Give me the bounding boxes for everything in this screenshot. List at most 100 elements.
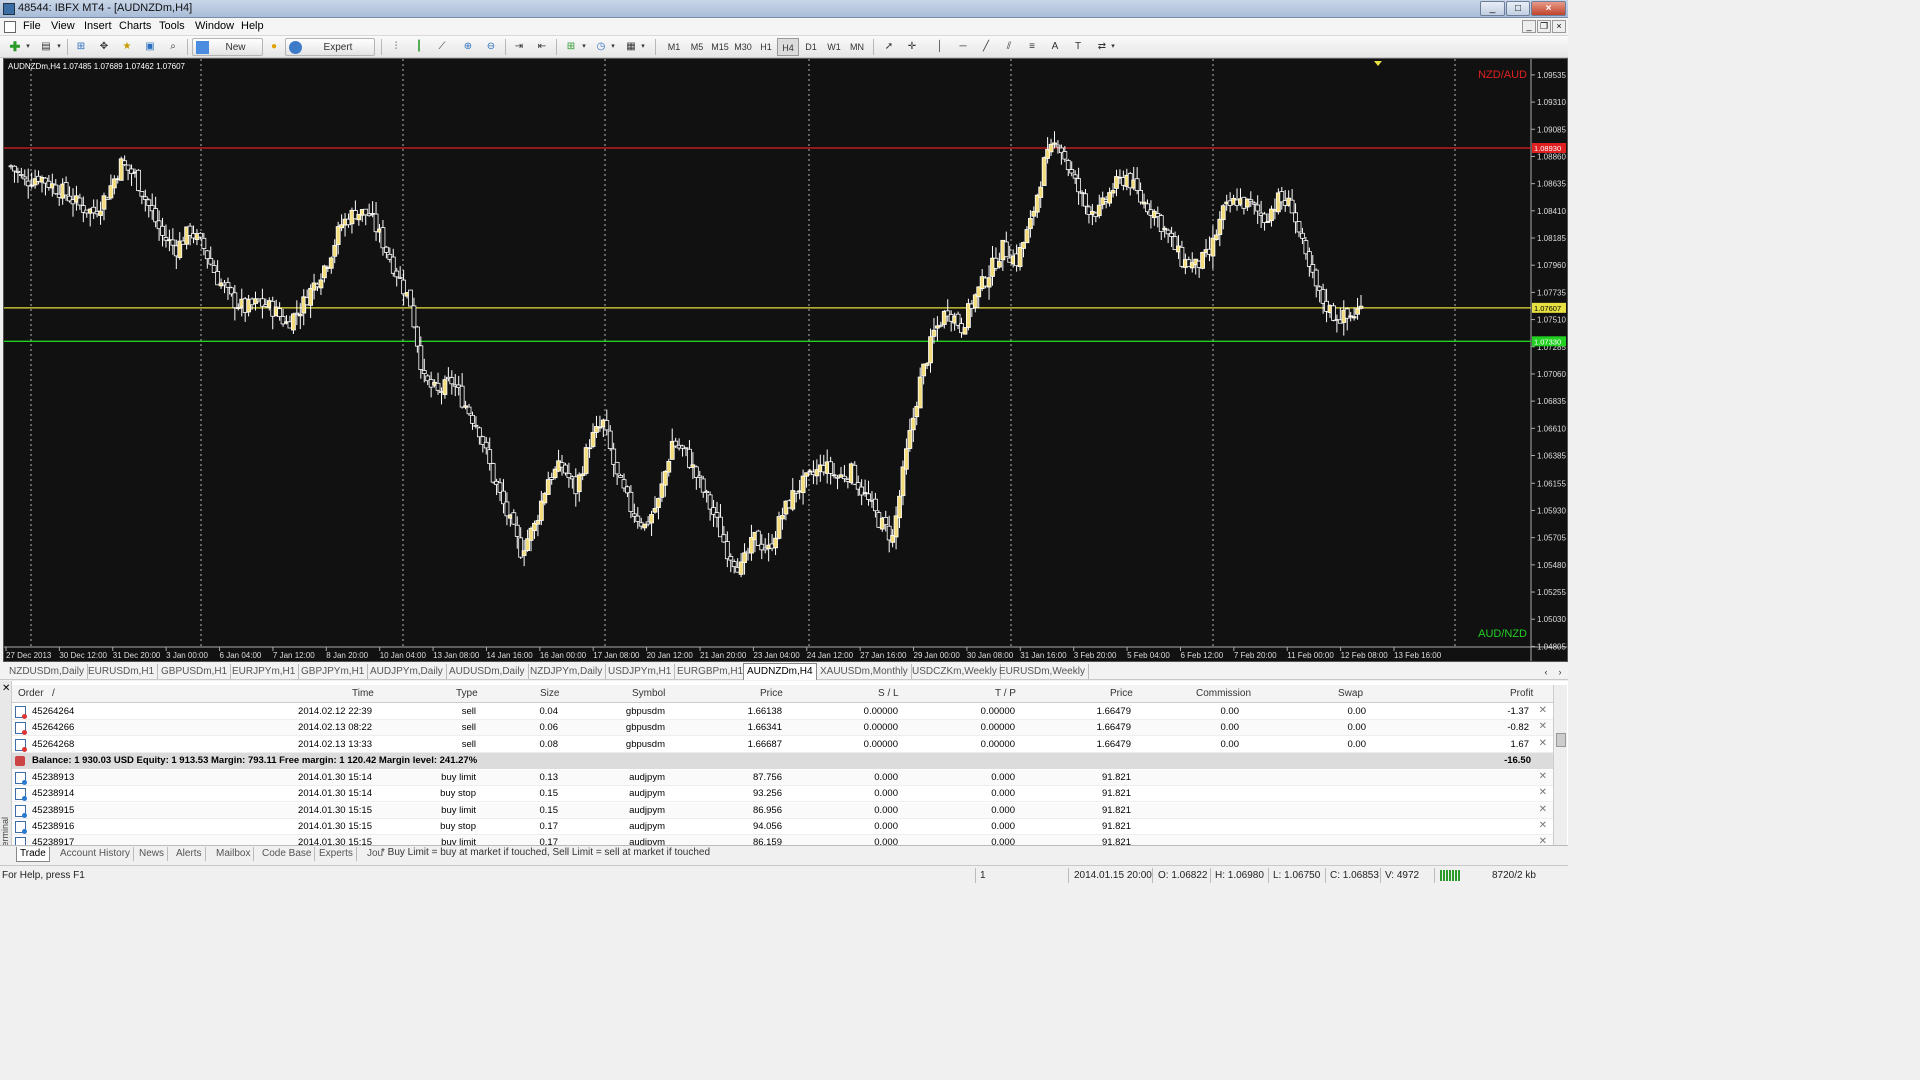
minimize-button[interactable]: _: [1480, 1, 1505, 16]
col-swap[interactable]: Swap: [1338, 688, 1363, 699]
col-size[interactable]: Size: [540, 688, 559, 699]
autotrading-warning-icon[interactable]: ●: [265, 38, 283, 56]
profiles-icon[interactable]: ▤: [37, 38, 55, 56]
menu-tools[interactable]: Tools: [159, 20, 185, 32]
candlestick-chart[interactable]: 1.09535 1.09310 1.09085 1.08860 1.08635 1.084…: [4, 59, 1567, 661]
chart-tab-active[interactable]: AUDNZDm,H4: [743, 663, 817, 680]
chart-tab[interactable]: EURUSDm,H1: [85, 664, 159, 679]
col-sl[interactable]: S / L: [878, 688, 899, 699]
timeframe-h1[interactable]: H1: [755, 38, 777, 56]
crosshair-icon[interactable]: ✛: [903, 38, 921, 56]
chart-tab[interactable]: AUDUSDm,Daily: [446, 664, 529, 679]
connection-indicator-icon[interactable]: [1440, 870, 1460, 881]
pending-order-row[interactable]: 45238915 2014.01.30 15:15 buy limit 0.15 aud…: [12, 802, 1553, 819]
arrows-dropdown-icon[interactable]: ▾: [1109, 38, 1117, 56]
tab-alerts[interactable]: Alerts: [173, 847, 206, 861]
timeframe-m5[interactable]: M5: [686, 38, 708, 56]
col-price[interactable]: Price: [760, 688, 783, 699]
mdi-close-button[interactable]: ×: [1552, 20, 1566, 33]
periods-icon[interactable]: ◷: [592, 38, 610, 56]
price-chart[interactable]: 1.09535 1.09310 1.09085 1.08860 1.08635 1.084…: [3, 58, 1568, 662]
close-order-icon[interactable]: ✕: [1539, 787, 1547, 798]
timeframe-m30[interactable]: M30: [732, 38, 754, 56]
close-order-icon[interactable]: ✕: [1539, 804, 1547, 815]
tab-account-history[interactable]: Account History: [57, 847, 135, 861]
tabs-scroll-left-icon[interactable]: ‹: [1540, 663, 1552, 681]
close-order-icon[interactable]: ✕: [1539, 820, 1547, 831]
close-order-icon[interactable]: ✕: [1539, 771, 1547, 782]
col-sort[interactable]: /: [52, 688, 55, 699]
col-profit[interactable]: Profit: [1510, 688, 1533, 699]
chart-tab[interactable]: EURJPYm,H1: [229, 664, 300, 679]
timeframe-w1[interactable]: W1: [823, 38, 845, 56]
horizontal-line-icon[interactable]: ─: [954, 38, 972, 56]
timeframe-d1[interactable]: D1: [800, 38, 822, 56]
open-trade-row[interactable]: 45264266 2014.02.13 08:22 sell 0.06 gbpusdm 1…: [12, 720, 1553, 737]
tab-trade[interactable]: Trade: [16, 847, 50, 862]
tabs-scroll-right-icon[interactable]: ›: [1554, 663, 1566, 681]
pending-order-row[interactable]: 45238916 2014.01.30 15:15 buy stop 0.17 audj…: [12, 819, 1553, 835]
terminal-close-icon[interactable]: ✕: [2, 683, 10, 694]
col-type[interactable]: Type: [456, 688, 478, 699]
indicators-icon[interactable]: ⊞: [562, 38, 580, 56]
mdi-minimize-button[interactable]: _: [1522, 20, 1536, 33]
candles-icon[interactable]: ┃: [410, 38, 428, 56]
menu-file[interactable]: File: [23, 20, 41, 32]
zoom-out-icon[interactable]: ⊖: [482, 38, 500, 56]
new-chart-icon[interactable]: ✚: [6, 38, 24, 56]
templates-dropdown-icon[interactable]: ▾: [639, 38, 647, 56]
strategy-tester-icon[interactable]: ⌕: [164, 38, 182, 56]
favorites-icon[interactable]: ★: [118, 38, 136, 56]
templates-icon[interactable]: ▦: [622, 38, 640, 56]
chart-shift-icon[interactable]: ⇤: [533, 38, 551, 56]
new-chart-dropdown-icon[interactable]: ▾: [24, 38, 32, 56]
mdi-restore-button[interactable]: ❐: [1537, 20, 1551, 33]
open-trade-row[interactable]: 45264264 2014.02.12 22:39 sell 0.04 gbpusdm 1…: [12, 704, 1553, 720]
chart-tab[interactable]: USDCZKm,Weekly: [909, 664, 1001, 679]
terminal-scrollbar[interactable]: [1553, 685, 1567, 845]
navigator-icon[interactable]: ✥: [95, 38, 113, 56]
timeframe-m15[interactable]: M15: [709, 38, 731, 56]
chart-tab[interactable]: AUDJPYm,Daily: [367, 664, 447, 679]
close-button[interactable]: ×: [1531, 1, 1566, 16]
bar-chart-icon[interactable]: ⫶: [387, 38, 405, 56]
maximize-button[interactable]: □: [1506, 1, 1530, 16]
open-trade-row[interactable]: 45264268 2014.02.13 13:33 sell 0.08 gbpusdm 1…: [12, 737, 1553, 753]
market-watch-icon[interactable]: ⊞: [72, 38, 90, 56]
chart-tab[interactable]: XAUUSDm,Monthly: [817, 664, 912, 679]
equidistant-channel-icon[interactable]: ⫽: [1000, 38, 1018, 56]
trendline-icon[interactable]: ╱: [977, 38, 995, 56]
close-order-icon[interactable]: ✕: [1539, 721, 1547, 732]
indicators-dropdown-icon[interactable]: ▾: [580, 38, 588, 56]
scrollbar-thumb[interactable]: [1556, 733, 1566, 747]
periods-dropdown-icon[interactable]: ▾: [609, 38, 617, 56]
menu-window[interactable]: Window: [195, 20, 234, 32]
chart-tab[interactable]: NZDJPYm,Daily: [527, 664, 607, 679]
chart-tab[interactable]: EURGBPm,H1: [674, 664, 748, 679]
tab-experts[interactable]: Experts: [316, 847, 357, 861]
auto-scroll-icon[interactable]: ⇥: [510, 38, 528, 56]
new-order-button[interactable]: New Order: [192, 38, 263, 71]
timeframe-h4[interactable]: H4: [777, 38, 799, 56]
col-tp[interactable]: T / P: [995, 688, 1016, 699]
chart-window-icon[interactable]: [4, 21, 16, 33]
col-current-price[interactable]: Price: [1110, 688, 1133, 699]
menu-insert[interactable]: Insert: [84, 20, 112, 32]
expert-advisors-button[interactable]: Expert Advisors: [285, 38, 375, 71]
menu-help[interactable]: Help: [241, 20, 264, 32]
chart-tab[interactable]: USDJPYm,H1: [605, 664, 676, 679]
line-chart-icon[interactable]: ⟋: [433, 38, 451, 56]
pending-order-row[interactable]: 45238913 2014.01.30 15:14 buy limit 0.13 aud…: [12, 770, 1553, 786]
tab-mailbox[interactable]: Mailbox: [213, 847, 255, 861]
col-commission[interactable]: Commission: [1196, 688, 1251, 699]
text-label-icon[interactable]: T: [1069, 38, 1087, 56]
menu-view[interactable]: View: [51, 20, 75, 32]
fibonacci-icon[interactable]: ≡: [1023, 38, 1041, 56]
vertical-line-icon[interactable]: │: [931, 38, 949, 56]
text-icon[interactable]: A: [1046, 38, 1064, 56]
col-order[interactable]: Order: [18, 688, 44, 699]
timeframe-mn[interactable]: MN: [846, 38, 868, 56]
chart-tab[interactable]: GBPJPYm,H1: [298, 664, 369, 679]
zoom-in-icon[interactable]: ⊕: [459, 38, 477, 56]
profiles-dropdown-icon[interactable]: ▾: [55, 38, 63, 56]
